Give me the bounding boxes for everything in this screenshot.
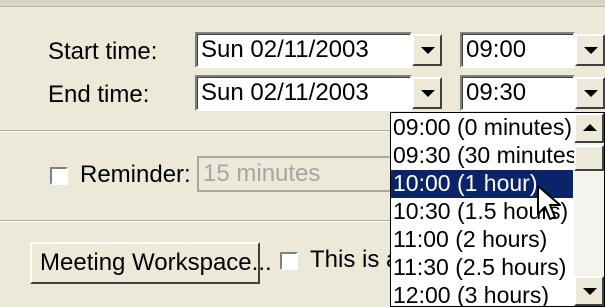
arrow-down-icon [583,288,597,295]
end-time-dropdown-button[interactable] [575,77,605,109]
chevron-down-icon [421,47,435,54]
end-date-dropdown-button[interactable] [412,77,442,109]
start-time-label: Start time: [48,38,158,65]
end-time-label: End time: [48,81,150,108]
list-item[interactable]: 11:30 (2.5 hours) [391,254,573,282]
scroll-down-button[interactable] [574,276,604,306]
end-date-field[interactable]: Sun 02/11/2003 [195,75,412,111]
scroll-up-button[interactable] [574,113,604,143]
end-time-dropdown-list[interactable]: 09:00 (0 minutes) 09:30 (30 minutes) 10:… [390,112,605,307]
reminder-label: Reminder: [80,161,191,188]
chevron-down-icon [584,90,598,97]
private-checkbox[interactable] [280,252,298,270]
list-item[interactable]: 11:00 (2 hours) [391,226,573,254]
reminder-checkbox[interactable] [50,167,68,185]
reminder-select[interactable]: 15 minutes [197,156,397,192]
list-item[interactable]: 09:30 (30 minutes) [391,142,585,170]
arrow-up-icon [583,124,597,131]
chevron-down-icon [421,90,435,97]
start-date-field[interactable]: Sun 02/11/2003 [195,32,412,68]
mouse-pointer-icon [537,185,561,220]
list-item[interactable]: 09:00 (0 minutes) [391,114,573,142]
list-item[interactable]: 12:00 (3 hours) [391,282,573,306]
chevron-down-icon [584,47,598,54]
scroll-thumb[interactable] [574,145,604,171]
start-time-dropdown-button[interactable] [575,34,605,66]
meeting-workspace-button[interactable]: Meeting Workspace... [30,242,272,284]
start-time-field[interactable]: 09:00 [460,32,575,68]
list-scrollbar[interactable] [574,113,604,306]
start-date-dropdown-button[interactable] [412,34,442,66]
end-time-field[interactable]: 09:30 [460,75,575,111]
window-top-edge [0,0,605,7]
